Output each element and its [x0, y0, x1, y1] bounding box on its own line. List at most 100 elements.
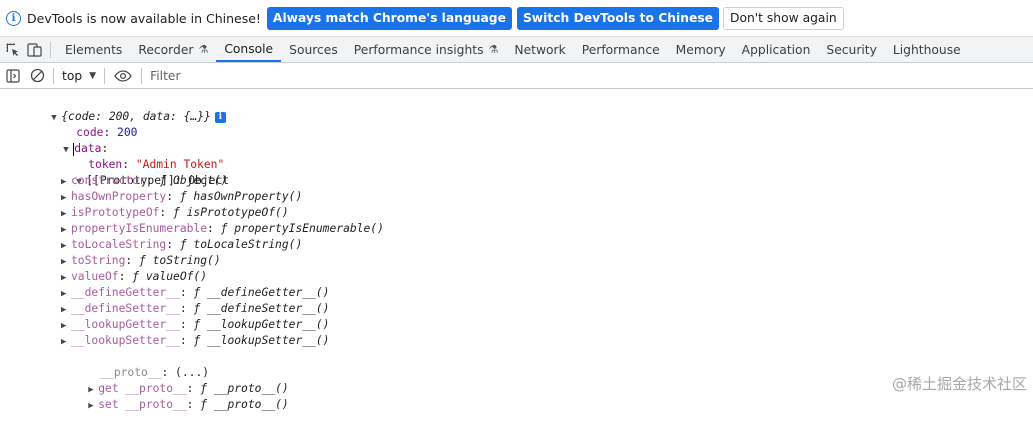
- property-value-function: ƒ hasOwnProperty(): [179, 190, 303, 203]
- dont-show-again-button[interactable]: Don't show again: [722, 6, 844, 30]
- toolbar-separator: [141, 67, 143, 84]
- property-value-function: ƒ __lookupGetter__(): [193, 318, 330, 331]
- filter-input[interactable]: Filter: [150, 69, 180, 83]
- tab-application[interactable]: Application: [734, 37, 819, 62]
- device-toolbar-icon[interactable]: [24, 38, 46, 62]
- switch-to-chinese-button[interactable]: Switch DevTools to Chinese: [516, 6, 719, 30]
- collapsed-triangle-icon[interactable]: ▶: [88, 398, 98, 414]
- execution-context-value: top: [62, 68, 83, 83]
- prototype-member-row[interactable]: ▶ toLocaleString: ƒ toLocaleString(): [61, 237, 302, 253]
- console-output: ▼ {code: 200, data: {…}} i code: 200 ▼ data…: [0, 89, 1033, 411]
- property-key: __lookupGetter__: [71, 318, 180, 331]
- property-row-code: code: 200: [76, 126, 138, 139]
- property-key: constructor: [71, 174, 146, 187]
- console-toolbar: top ▼ Filter: [0, 63, 1033, 89]
- tab-separator: [50, 41, 51, 58]
- property-value-function: ƒ isPrototypeOf(): [173, 206, 289, 219]
- tab-recorder[interactable]: Recorder ⚗: [130, 37, 216, 62]
- toolbar-separator: [53, 67, 54, 84]
- collapsed-triangle-icon[interactable]: ▶: [61, 222, 71, 238]
- collapsed-triangle-icon[interactable]: ▶: [61, 318, 71, 334]
- tab-elements[interactable]: Elements: [57, 37, 130, 62]
- sidebar-toggle-icon[interactable]: [1, 64, 25, 88]
- tab-sources[interactable]: Sources: [281, 37, 346, 62]
- chevron-down-icon: ▼: [89, 70, 97, 81]
- collapsed-triangle-icon[interactable]: ▶: [61, 334, 71, 350]
- setter-row[interactable]: ▶ set __proto__: ƒ __proto__(): [61, 381, 288, 411]
- tab-performance[interactable]: Performance: [574, 37, 668, 62]
- devtools-tabbar: Elements Recorder ⚗ Console Sources Perfo…: [0, 37, 1033, 63]
- property-key: hasOwnProperty: [71, 190, 167, 203]
- inspect-element-icon[interactable]: [2, 38, 24, 62]
- property-value-function: ƒ valueOf(): [132, 270, 208, 283]
- tab-performance-insights[interactable]: Performance insights ⚗: [346, 37, 507, 62]
- language-infobar: i DevTools is now available in Chinese! …: [0, 0, 1033, 37]
- clear-console-icon[interactable]: [25, 64, 49, 88]
- property-value-function: ƒ propertyIsEnumerable(): [220, 222, 384, 235]
- property-value-function: ƒ toLocaleString(): [179, 238, 303, 251]
- tab-application-label: Application: [741, 42, 811, 57]
- experiment-flask-icon: ⚗: [488, 43, 499, 56]
- collapsed-triangle-icon[interactable]: ▶: [61, 302, 71, 318]
- property-key: isPrototypeOf: [71, 206, 160, 219]
- property-row-token: token: "Admin Token": [88, 158, 225, 171]
- collapsed-triangle-icon[interactable]: ▶: [61, 270, 71, 286]
- property-value-function: ƒ __defineGetter__(): [193, 286, 330, 299]
- prototype-member-row[interactable]: ▶ constructor: ƒ Object(): [61, 173, 227, 189]
- tab-performance-insights-label: Performance insights: [353, 42, 484, 57]
- property-key: toLocaleString: [71, 238, 167, 251]
- prototype-member-row[interactable]: ▶ hasOwnProperty: ƒ hasOwnProperty(): [61, 189, 302, 205]
- tab-elements-label: Elements: [65, 42, 123, 57]
- prototype-member-row[interactable]: ▶ propertyIsEnumerable: ƒ propertyIsEnume…: [61, 221, 384, 237]
- tab-security-label: Security: [826, 42, 877, 57]
- proto-accessor-row[interactable]: __proto__: (...): [73, 349, 209, 379]
- prototype-member-row[interactable]: ▶ valueOf: ƒ valueOf(): [61, 269, 207, 285]
- live-expression-eye-icon[interactable]: [109, 64, 137, 88]
- property-key: toString: [71, 254, 126, 267]
- collapsed-triangle-icon[interactable]: ▶: [61, 174, 71, 190]
- execution-context-select[interactable]: top ▼: [58, 69, 100, 83]
- collapsed-triangle-icon[interactable]: ▶: [61, 238, 71, 254]
- collapsed-triangle-icon[interactable]: ▶: [61, 254, 71, 270]
- tab-lighthouse[interactable]: Lighthouse: [885, 37, 969, 62]
- property-value-function: ƒ __lookupSetter__(): [193, 334, 330, 347]
- always-match-language-button[interactable]: Always match Chrome's language: [266, 6, 512, 30]
- tab-security[interactable]: Security: [818, 37, 885, 62]
- property-key: valueOf: [71, 270, 119, 283]
- info-badge-icon[interactable]: i: [214, 111, 226, 123]
- info-icon: i: [6, 10, 21, 26]
- infobar-message: DevTools is now available in Chinese!: [27, 10, 261, 26]
- tab-memory-label: Memory: [675, 42, 726, 57]
- collapsed-triangle-icon[interactable]: ▶: [61, 206, 71, 222]
- property-value-function: ƒ toString(): [139, 254, 221, 267]
- collapsed-triangle-icon[interactable]: ▶: [61, 286, 71, 302]
- prototype-row[interactable]: ▼ [[Prototype]]: Object: [49, 157, 229, 187]
- collapsed-triangle-icon[interactable]: ▶: [61, 190, 71, 206]
- toolbar-separator: [104, 67, 106, 84]
- tab-network-label: Network: [514, 42, 566, 57]
- getter-row[interactable]: ▶ get __proto__: ƒ __proto__(): [61, 365, 288, 395]
- prototype-member-row[interactable]: ▶ toString: ƒ toString(): [61, 253, 221, 269]
- prototype-member-row[interactable]: ▶ __lookupGetter__: ƒ __lookupGetter__(): [61, 317, 329, 333]
- prototype-member-row[interactable]: ▶ isPrototypeOf: ƒ isPrototypeOf(): [61, 205, 289, 221]
- property-key: __defineSetter__: [71, 302, 180, 315]
- property-key: __defineGetter__: [71, 286, 180, 299]
- tab-lighthouse-label: Lighthouse: [892, 42, 961, 57]
- object-summary-row[interactable]: ▼ {code: 200, data: {…}} i: [24, 93, 226, 123]
- tab-console-label: Console: [224, 41, 274, 56]
- experiment-flask-icon: ⚗: [198, 43, 209, 56]
- property-value-function: ƒ Object(): [159, 174, 228, 187]
- property-key: propertyIsEnumerable: [71, 222, 208, 235]
- watermark-text: @稀土掘金技术社区: [891, 375, 1027, 393]
- property-key: __lookupSetter__: [71, 334, 180, 347]
- tab-console[interactable]: Console: [216, 37, 282, 62]
- prototype-member-row[interactable]: ▶ __lookupSetter__: ƒ __lookupSetter__(): [61, 333, 329, 349]
- tab-network[interactable]: Network: [506, 37, 573, 62]
- prototype-member-row[interactable]: ▶ __defineSetter__: ƒ __defineSetter__(): [61, 301, 329, 317]
- tab-recorder-label: Recorder: [138, 42, 194, 57]
- tab-performance-label: Performance: [581, 42, 660, 57]
- prototype-member-row[interactable]: ▶ __defineGetter__: ƒ __defineGetter__(): [61, 285, 329, 301]
- tab-memory[interactable]: Memory: [668, 37, 734, 62]
- property-row-data[interactable]: ▼ data:: [36, 125, 108, 156]
- property-value-number: 200: [117, 126, 138, 139]
